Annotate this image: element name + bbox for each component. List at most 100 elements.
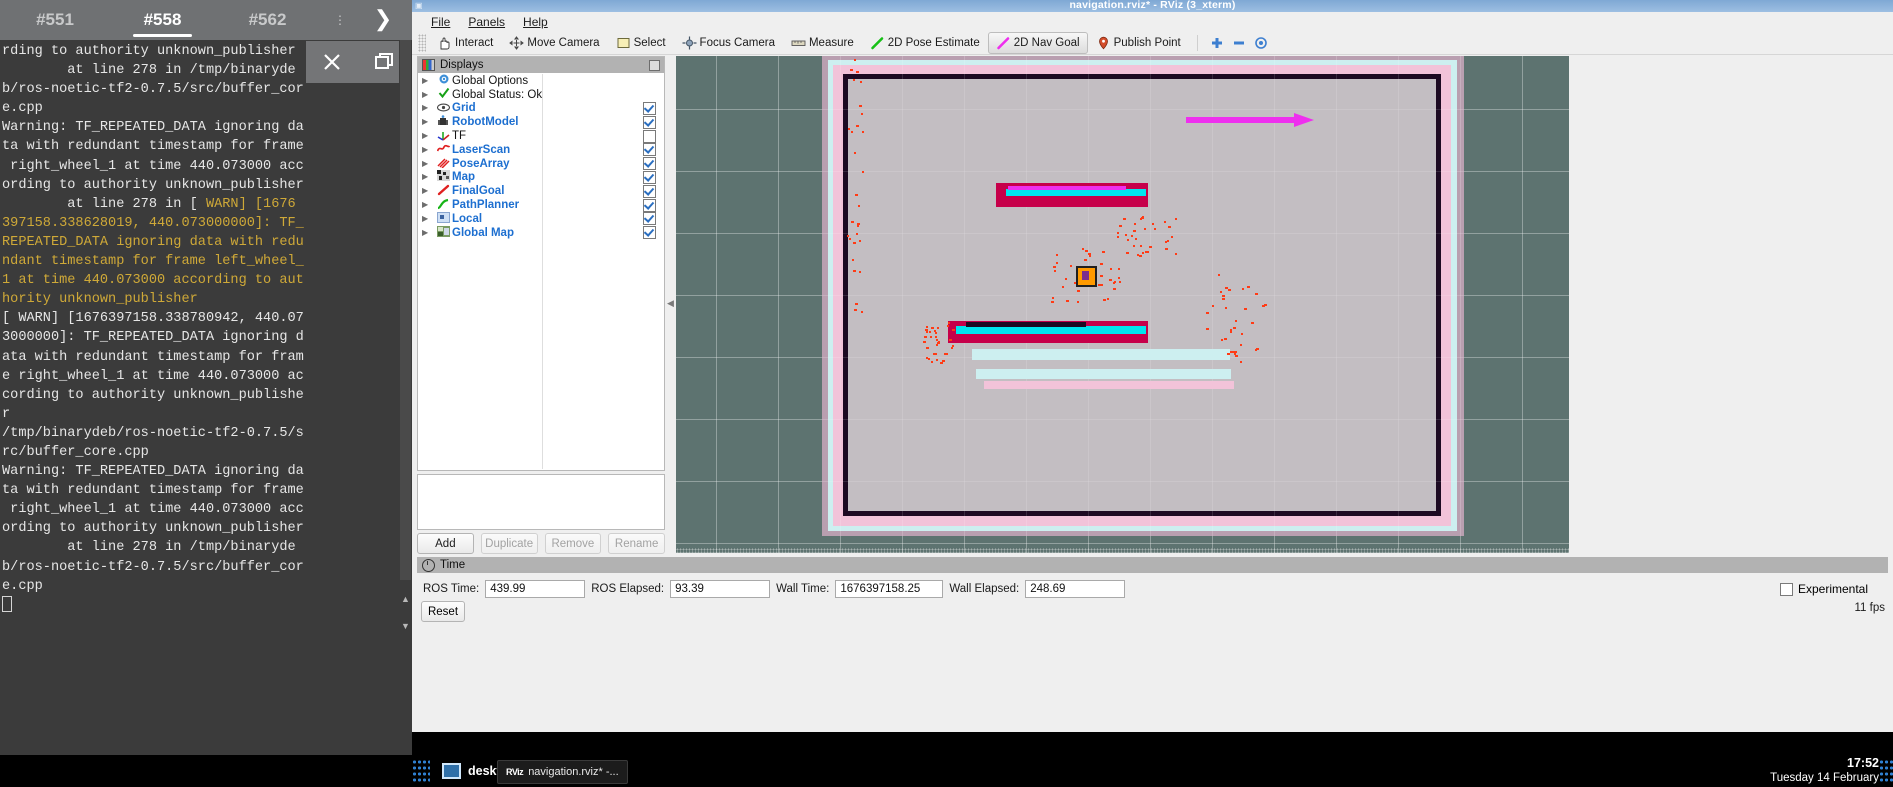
expand-arrow-icon[interactable]: ▶ (422, 76, 435, 86)
panel-collapse-handle[interactable]: ◀ (667, 295, 674, 311)
tool-publish-point[interactable]: Publish Point (1088, 32, 1189, 54)
terminal-tab-next-icon[interactable]: ❯ (360, 0, 406, 40)
expand-arrow-icon[interactable]: ▶ (422, 159, 435, 169)
tool-measure[interactable]: Measure (783, 32, 862, 54)
display-item-checkbox[interactable] (643, 143, 656, 157)
display-item-posearray[interactable]: ▶ PoseArray (418, 157, 664, 171)
3d-render-view[interactable] (676, 56, 1569, 553)
add-button[interactable]: Add (417, 533, 474, 554)
laser-point (855, 193, 859, 196)
display-item-checkbox[interactable] (643, 157, 656, 171)
display-item-checkbox[interactable] (643, 212, 656, 226)
displays-float-icon[interactable] (649, 59, 660, 71)
terminal-tab-551[interactable]: #551 (0, 0, 110, 40)
expand-arrow-icon[interactable]: ▶ (422, 103, 435, 113)
display-item-checkbox[interactable] (643, 129, 656, 143)
view-resize-grip[interactable] (676, 548, 1569, 553)
minus-icon[interactable] (1228, 34, 1250, 52)
laser-point (1116, 231, 1119, 234)
menu-help[interactable]: Help (514, 13, 557, 31)
terminal-tab-558[interactable]: #558 (110, 0, 215, 40)
expand-arrow-icon[interactable]: ▶ (422, 186, 435, 196)
display-item-checkbox[interactable] (643, 101, 656, 115)
time-field-input[interactable]: 93.39 (670, 580, 771, 598)
terminal-output[interactable]: rding to authority unknown_publisher at … (0, 40, 412, 640)
experimental-toggle[interactable]: Experimental (1779, 582, 1882, 596)
time-field-row: ROS Time: 439.99 ROS Elapsed: 93.39 Wall Tim… (417, 573, 1888, 598)
nav-goal-arrow (1186, 113, 1314, 127)
display-item-checkbox[interactable] (643, 226, 656, 240)
taskbar-window-button[interactable]: RViz navigation.rviz* -... (497, 760, 628, 784)
terminal-scrollbar[interactable]: ▲ ▼ (399, 40, 412, 640)
displays-column-splitter[interactable] (542, 74, 543, 469)
expand-arrow-icon[interactable]: ▶ (422, 228, 435, 238)
expand-arrow-icon[interactable]: ▶ (422, 214, 435, 224)
tool-focus-camera[interactable]: Focus Camera (674, 32, 783, 54)
display-item-grid[interactable]: ▶ Grid (418, 101, 664, 116)
display-item-checkbox[interactable] (643, 184, 656, 198)
expand-arrow-icon[interactable]: ▶ (422, 145, 435, 155)
terminal-line: 3000000]: TF_REPEATED_DATA ignoring d (2, 330, 304, 346)
laser-point (860, 112, 863, 115)
scroll-up-icon[interactable]: ▲ (399, 593, 412, 606)
menu-panels[interactable]: Panels (459, 13, 514, 31)
laser-point (1175, 253, 1178, 256)
laser-point (925, 347, 929, 350)
measure-icon (791, 36, 806, 50)
laser-point (861, 131, 864, 134)
map-icon (435, 170, 452, 184)
terminal-line: ta with redundant timestamp for frame (2, 139, 304, 155)
terminal-tab-562[interactable]: #562 (215, 0, 320, 40)
terminal-tab-overflow-icon[interactable]: ⋮ (320, 0, 360, 40)
clock-icon (422, 558, 435, 572)
toolbar-grip[interactable] (418, 34, 426, 52)
tool-2d-nav-goal[interactable]: 2D Nav Goal (987, 32, 1088, 54)
displays-panel-header: Displays (418, 57, 664, 73)
tool-interact[interactable]: Interact (429, 32, 501, 54)
rviz-title-bar[interactable]: ▣ navigation.rviz* - RViz (3_xterm) (412, 0, 1893, 12)
scroll-down-icon[interactable]: ▼ (399, 620, 412, 633)
laser-point (1221, 295, 1225, 298)
display-item-map[interactable]: ▶ Map (418, 170, 664, 185)
display-item-global-map[interactable]: ▶ Global Map (418, 225, 664, 240)
reset-button[interactable]: Reset (421, 601, 465, 622)
display-item-robotmodel[interactable]: ▶ RobotModel (418, 115, 664, 129)
plus-icon[interactable] (1206, 34, 1228, 52)
display-item-pathplanner[interactable]: ▶ PathPlanner (418, 198, 664, 212)
display-item-checkbox[interactable] (643, 170, 656, 184)
display-item-checkbox[interactable] (643, 115, 656, 129)
expand-arrow-icon[interactable]: ▶ (422, 131, 435, 141)
display-item-tf[interactable]: ▶ TF (418, 129, 664, 143)
expand-arrow-icon[interactable]: ▶ (422, 200, 435, 210)
display-item-global-status-ok[interactable]: ▶ Global Status: Ok (418, 88, 664, 102)
expand-arrow-icon[interactable]: ▶ (422, 117, 435, 127)
tool-2d-pose-estimate[interactable]: 2D Pose Estimate (862, 32, 988, 54)
laser-point (1125, 252, 1129, 255)
expand-arrow-icon[interactable]: ▶ (422, 172, 435, 182)
laser-point (1241, 287, 1244, 290)
taskbar-clock[interactable]: 17:52 Tuesday 14 February (1770, 756, 1879, 786)
time-field-label: Wall Elapsed: (949, 583, 1020, 595)
laser-point (1145, 250, 1148, 253)
tool-move-camera[interactable]: Move Camera (501, 32, 607, 54)
terminal-line: ndant timestamp for frame left_wheel_ (2, 254, 304, 270)
menu-file[interactable]: File (422, 13, 459, 31)
close-icon[interactable] (306, 41, 358, 83)
time-field-input[interactable]: 1676397158.25 (835, 580, 944, 598)
menu-panels-label: Panels (468, 15, 506, 29)
laser-point (925, 330, 928, 333)
terminal-scrollbar-thumb[interactable] (400, 40, 411, 580)
time-field-input[interactable]: 248.69 (1025, 580, 1126, 598)
display-item-laserscan[interactable]: ▶ LaserScan (418, 143, 664, 157)
display-item-checkbox[interactable] (643, 198, 656, 212)
expand-arrow-icon[interactable]: ▶ (422, 90, 435, 100)
laser-point (926, 356, 929, 359)
experimental-checkbox[interactable] (1779, 582, 1793, 596)
camera-icon[interactable] (1250, 34, 1272, 52)
toolbar-separator (1196, 35, 1198, 51)
tool-select[interactable]: Select (608, 32, 674, 54)
display-item-local[interactable]: ▶ Local (418, 211, 664, 226)
display-item-global-options[interactable]: ▶ Global Options (418, 74, 664, 88)
time-field-input[interactable]: 439.99 (485, 580, 586, 598)
display-item-finalgoal[interactable]: ▶ FinalGoal (418, 184, 664, 198)
